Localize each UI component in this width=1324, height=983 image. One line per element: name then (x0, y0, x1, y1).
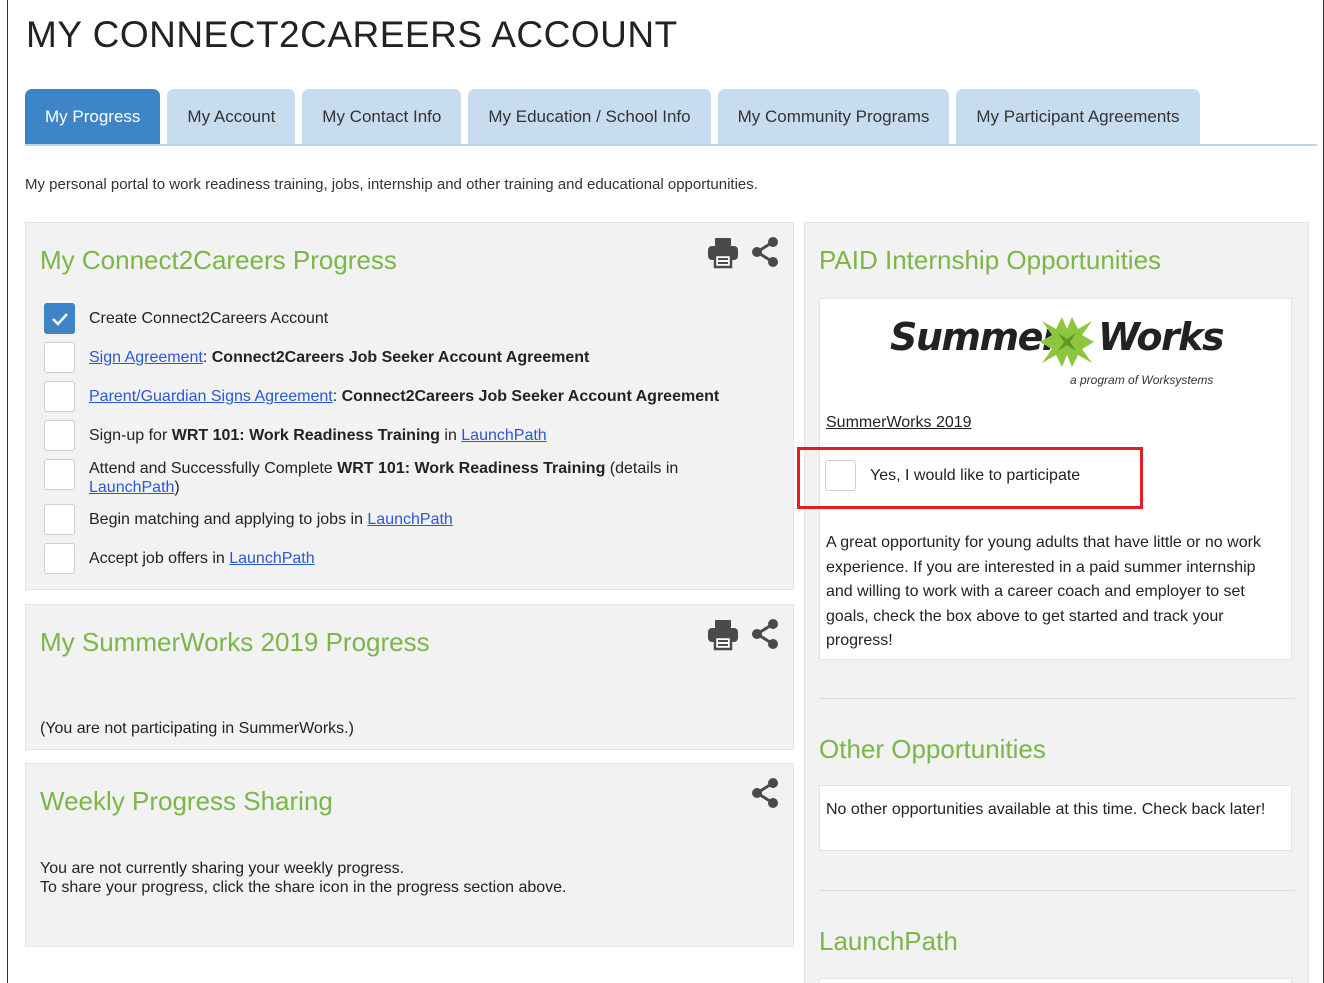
print-icon[interactable] (706, 617, 740, 656)
text-fragment: Accept job offers in (89, 550, 230, 567)
participate-checkbox[interactable] (825, 460, 856, 491)
participate-option: Yes, I would like to participate (825, 460, 1080, 491)
tabs-underline (25, 144, 1317, 146)
tab-my-progress[interactable]: My Progress (25, 89, 161, 145)
tab-my-account[interactable]: My Account (167, 89, 296, 145)
summerworks-panel-actions (706, 617, 782, 656)
checklist-item-parent-agreement: Parent/Guardian Signs Agreement: Connect… (44, 381, 729, 420)
checklist-item-create-account: Create Connect2Careers Account (44, 303, 729, 342)
tab-my-participant-agreements[interactable]: My Participant Agreements (956, 89, 1200, 145)
weekly-status-line-1: You are not currently sharing your weekl… (40, 860, 405, 877)
separator: : (202, 349, 212, 366)
separator: : (332, 388, 342, 405)
print-icon[interactable] (706, 235, 740, 274)
share-icon[interactable] (748, 235, 782, 274)
sign-agreement-link[interactable]: Sign Agreement (89, 349, 203, 366)
agreement-name: Connect2Careers Job Seeker Account Agree… (341, 388, 720, 405)
logo-word-summer: Summer (890, 315, 1061, 359)
section-divider (819, 698, 1295, 699)
accept-offers-checkbox[interactable] (44, 543, 75, 574)
agreement-name: Connect2Careers Job Seeker Account Agree… (211, 349, 590, 366)
opportunities-sidebar: PAID Internship Opportunities Summer Wor… (804, 222, 1309, 983)
course-name: WRT 101: Work Readiness Training (337, 460, 606, 477)
launchpath-link[interactable]: LaunchPath (367, 511, 452, 528)
launchpath-link[interactable]: LaunchPath (229, 550, 314, 567)
share-icon[interactable] (748, 617, 782, 656)
sign-agreement-checkbox[interactable] (44, 342, 75, 373)
create-account-checkbox[interactable] (44, 303, 75, 334)
share-icon[interactable] (748, 776, 782, 815)
launchpath-box (819, 978, 1292, 983)
parent-sign-agreement-link[interactable]: Parent/Guardian Signs Agreement (89, 388, 333, 405)
signup-wrt-checkbox[interactable] (44, 420, 75, 451)
summerworks-description: A great opportunity for young adults tha… (826, 534, 1261, 649)
other-opportunities-message: No other opportunities available at this… (826, 801, 1266, 818)
intro-text: My personal portal to work readiness tra… (25, 176, 758, 193)
logo-tagline: a program of Worksystems (1070, 373, 1214, 387)
checklist-item-attend-wrt: Attend and Successfully Complete WRT 101… (44, 459, 729, 504)
create-account-label: Create Connect2Careers Account (89, 310, 329, 327)
text-fragment: Sign-up for (89, 427, 172, 444)
sign-agreement-text: Sign Agreement: Connect2Careers Job Seek… (89, 342, 589, 367)
checklist-item-signup-wrt: Sign-up for WRT 101: Work Readiness Trai… (44, 420, 729, 459)
text-fragment: (details in (605, 460, 679, 477)
weekly-status-line-2: To share your progress, click the share … (40, 879, 567, 896)
summerworks-logo: Summer Works a program of Worksystems (890, 311, 1225, 391)
checklist-item-begin-matching: Begin matching and applying to jobs in L… (44, 504, 729, 543)
other-opportunities-title: Other Opportunities (819, 734, 1046, 764)
launchpath-link[interactable]: LaunchPath (89, 479, 174, 496)
accept-offers-text: Accept job offers in LaunchPath (89, 543, 315, 568)
text-fragment: Attend and Successfully Complete (89, 460, 338, 477)
checkmark-icon (51, 312, 68, 326)
launchpath-title: LaunchPath (819, 926, 958, 956)
attend-wrt-checkbox[interactable] (44, 459, 75, 490)
weekly-sharing-title: Weekly Progress Sharing (40, 786, 333, 816)
text-fragment: in (439, 427, 462, 444)
text-fragment: Begin matching and applying to jobs in (89, 511, 368, 528)
summerworks-progress-title: My SummerWorks 2019 Progress (40, 627, 430, 657)
progress-panel-actions (706, 235, 782, 274)
summerworks-program-link[interactable]: SummerWorks 2019 (826, 414, 972, 432)
begin-matching-text: Begin matching and applying to jobs in L… (89, 504, 453, 529)
course-name: WRT 101: Work Readiness Training (171, 427, 440, 444)
progress-checklist: Create Connect2Careers Account Sign Agre… (44, 303, 729, 582)
weekly-panel-actions (748, 776, 782, 815)
text-fragment: ) (174, 479, 180, 496)
signup-wrt-text: Sign-up for WRT 101: Work Readiness Trai… (89, 420, 547, 445)
weekly-sharing-panel: Weekly Progress Sharing You are not curr… (25, 763, 794, 947)
account-tabs: My Progress My Account My Contact Info M… (25, 89, 1200, 145)
summerworks-progress-panel: My SummerWorks 2019 Progress (You are no… (25, 604, 794, 750)
attend-wrt-text: Attend and Successfully Complete WRT 101… (89, 459, 729, 497)
tab-my-education[interactable]: My Education / School Info (468, 89, 711, 145)
summerworks-status-text: (You are not participating in SummerWork… (40, 720, 354, 737)
progress-panel-title: My Connect2Careers Progress (40, 245, 397, 275)
page-title: MY CONNECT2CAREERS ACCOUNT (26, 14, 678, 55)
tab-my-community-programs[interactable]: My Community Programs (717, 89, 950, 145)
tab-my-contact-info[interactable]: My Contact Info (302, 89, 462, 145)
checklist-item-sign-agreement: Sign Agreement: Connect2Careers Job Seek… (44, 342, 729, 381)
paid-internship-title: PAID Internship Opportunities (819, 245, 1162, 275)
progress-panel: My Connect2Careers Progress Create Conne… (25, 222, 794, 590)
other-opportunities-box: No other opportunities available at this… (819, 785, 1292, 851)
parent-agreement-checkbox[interactable] (44, 381, 75, 412)
checklist-item-accept-offers: Accept job offers in LaunchPath (44, 543, 729, 582)
section-divider (819, 890, 1295, 891)
parent-agreement-text: Parent/Guardian Signs Agreement: Connect… (89, 381, 719, 406)
begin-matching-checkbox[interactable] (44, 504, 75, 535)
participate-label: Yes, I would like to participate (870, 467, 1081, 484)
logo-word-works: Works (1098, 315, 1225, 359)
summerworks-logo-mark (1040, 317, 1094, 367)
launchpath-link[interactable]: LaunchPath (461, 427, 546, 444)
